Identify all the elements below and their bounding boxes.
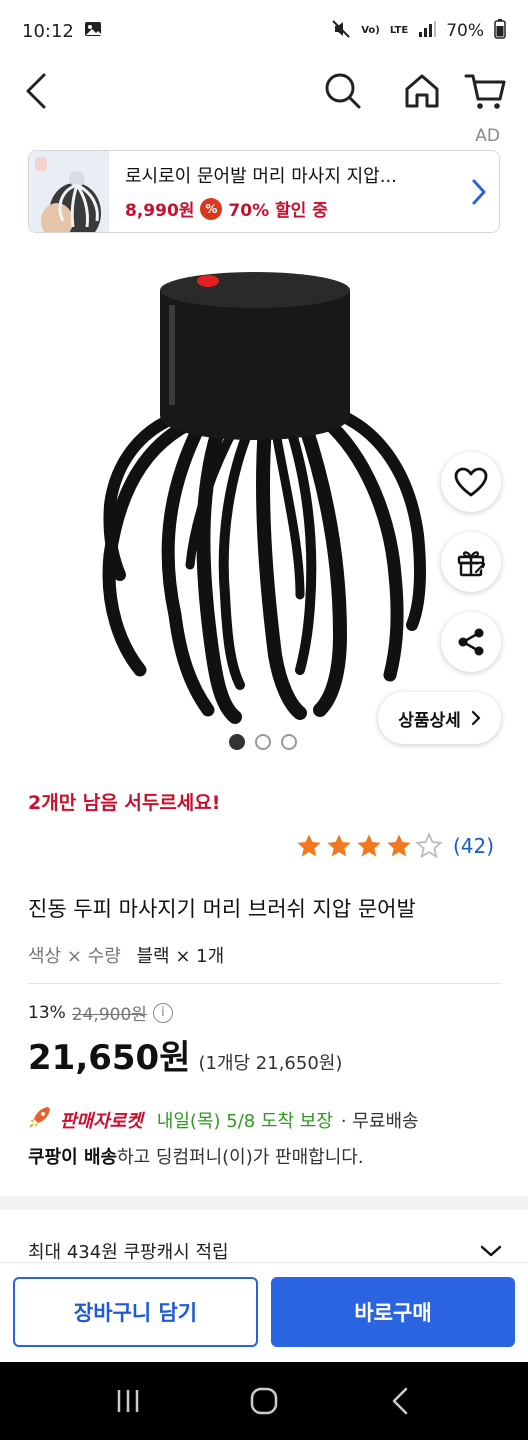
status-bar: 10:12 Vo) LTE 70%	[0, 0, 528, 62]
seller-info: 쿠팡이 배송하고 딩컴퍼니(이)가 판매합니다.	[28, 1143, 364, 1169]
cart-button[interactable]	[460, 66, 510, 116]
seller-text: 하고 딩컴퍼니(이)가 판매합니다.	[117, 1147, 364, 1168]
lte-icon: LTE	[389, 25, 409, 36]
seller-rocket-label: 판매자로켓	[60, 1110, 143, 1132]
ad-discount-text: 70% 할인 중	[228, 201, 328, 221]
review-count[interactable]: (42)	[453, 834, 494, 858]
discount-percent: 13%	[28, 1002, 66, 1023]
unit-price: (1개당 21,650원)	[198, 1053, 343, 1074]
recent-apps-icon	[117, 1390, 139, 1412]
search-icon	[325, 73, 361, 109]
star-filled-icon	[387, 834, 411, 857]
option-label: 색상 × 수량	[28, 946, 121, 967]
ad-price: 8,990원	[125, 201, 195, 221]
seller-bold: 쿠팡이 배송	[28, 1147, 118, 1168]
star-empty-icon	[415, 832, 443, 859]
divider	[28, 983, 502, 984]
volte-icon: Vo)	[361, 25, 380, 36]
signal-icon	[418, 20, 437, 42]
sale-price: 21,650원	[28, 1038, 191, 1078]
rating[interactable]: (42)	[295, 832, 494, 860]
battery-percent: 70%	[446, 21, 484, 41]
back-button[interactable]	[12, 66, 62, 116]
cash-reward-row[interactable]: 최대 434원 쿠팡캐시 적립	[28, 1238, 502, 1264]
gift-icon	[457, 551, 486, 577]
ad-chevron-right-icon	[459, 151, 499, 232]
delivery-eta: 내일(목) 5/8 도착 보장	[156, 1110, 333, 1132]
discount-row: 13% 24,900원 i	[28, 1000, 173, 1025]
cart-icon	[464, 74, 506, 109]
star-filled-icon	[357, 834, 381, 857]
product-title: 진동 두피 마사지기 머리 브러쉬 지압 문어발	[28, 897, 416, 921]
recent-apps-button[interactable]	[98, 1371, 158, 1431]
battery-icon	[494, 18, 506, 44]
ad-thumbnail	[29, 151, 109, 232]
home-nav-button[interactable]	[234, 1371, 294, 1431]
status-time: 10:12	[22, 20, 74, 42]
back-arrow-icon	[26, 73, 46, 109]
purchase-bar: 장바구니 담기 바로구매	[0, 1262, 528, 1362]
buy-now-button[interactable]: 바로구매	[271, 1277, 515, 1347]
ad-title: 로시로이 문어발 머리 마사지 지압...	[125, 166, 397, 187]
add-to-cart-button[interactable]: 장바구니 담기	[13, 1277, 258, 1347]
pagination-dot-active[interactable]	[229, 734, 245, 750]
mute-icon	[331, 19, 351, 44]
share-icon	[458, 628, 484, 656]
delivery-row: 판매자로켓 내일(목) 5/8 도착 보장 · 무료배송	[28, 1105, 419, 1134]
info-icon[interactable]: i	[152, 1002, 173, 1023]
cash-reward-text: 최대 434원 쿠팡캐시 적립	[28, 1242, 229, 1263]
chevron-down-icon	[480, 1245, 502, 1257]
heart-icon	[454, 467, 488, 497]
back-nav-button[interactable]	[370, 1371, 430, 1431]
share-button[interactable]	[441, 612, 501, 672]
product-image[interactable]	[90, 255, 440, 735]
search-button[interactable]	[318, 66, 368, 116]
discount-badge-icon: %	[200, 197, 223, 220]
product-detail-button[interactable]: 상품상세	[378, 692, 501, 744]
ad-label: AD	[475, 126, 500, 146]
pagination-dot[interactable]	[255, 734, 271, 750]
image-pagination	[229, 734, 297, 750]
option-value: 블랙 × 1개	[136, 946, 225, 967]
home-circle-icon	[250, 1387, 278, 1415]
product-detail-label: 상품상세	[398, 710, 461, 731]
rating-stars	[295, 832, 443, 860]
gift-button[interactable]	[441, 532, 501, 592]
gallery-notification-icon	[84, 21, 102, 42]
star-filled-icon	[297, 834, 321, 857]
pagination-dot[interactable]	[281, 734, 297, 750]
free-shipping: · 무료배송	[340, 1110, 419, 1132]
ad-banner[interactable]: 로시로이 문어발 머리 마사지 지압... 8,990원 % 70% 할인 중	[28, 150, 500, 233]
wishlist-button[interactable]	[441, 452, 501, 512]
chevron-right-icon	[471, 710, 480, 726]
home-icon	[405, 74, 439, 108]
option-row[interactable]: 색상 × 수량 블랙 × 1개	[28, 942, 224, 968]
back-nav-icon	[392, 1387, 408, 1415]
original-price: 24,900원	[71, 1005, 147, 1025]
system-navigation-bar	[0, 1362, 528, 1440]
rocket-icon	[28, 1105, 52, 1134]
top-navigation	[0, 62, 528, 120]
price-row: 21,650원 (1개당 21,650원)	[28, 1030, 342, 1079]
home-button[interactable]	[397, 66, 447, 116]
star-filled-icon	[327, 834, 351, 857]
stock-warning: 2개만 남음 서두르세요!	[28, 792, 221, 814]
section-divider	[0, 1196, 528, 1210]
